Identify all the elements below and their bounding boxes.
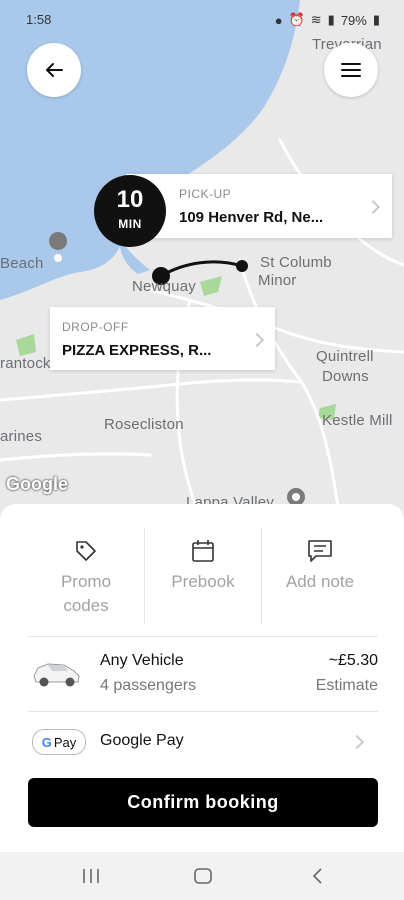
map-label: rantock xyxy=(0,355,51,372)
route-line xyxy=(160,260,243,278)
dropoff-label: DROP-OFF xyxy=(62,320,129,334)
promo-label-line2: codes xyxy=(63,596,109,615)
menu-button[interactable] xyxy=(324,43,378,97)
car-icon xyxy=(33,663,80,687)
promo-label-line1: Promo xyxy=(60,572,112,591)
map-label: Beach xyxy=(0,255,44,272)
back-button[interactable] xyxy=(27,43,81,97)
google-g-icon: G xyxy=(41,734,52,750)
pickup-address: 109 Henver Rd, Ne... xyxy=(179,209,324,226)
vehicle-name: Any Vehicle xyxy=(100,652,184,669)
back-nav-icon[interactable] xyxy=(310,867,324,885)
map-label: Minor xyxy=(258,272,297,289)
prebook-button[interactable]: Prebook xyxy=(145,504,261,624)
pickup-label: PICK-UP xyxy=(179,187,232,201)
price-value: ~£5.30 xyxy=(328,652,378,669)
alarm-icon: ⏰ xyxy=(288,12,305,27)
notification-icon: ● xyxy=(274,12,283,28)
google-pay-badge-text: Pay xyxy=(53,734,77,750)
google-logo: Google xyxy=(6,474,68,494)
eta-unit: MIN xyxy=(118,217,142,231)
battery-level: 79% xyxy=(340,12,367,28)
recent-apps-icon[interactable] xyxy=(80,868,102,884)
map-label: Kestle Mill xyxy=(322,412,393,429)
booking-sheet: Promo codes Prebook Add note Any Vehicle… xyxy=(0,504,404,852)
confirm-booking-button[interactable]: Confirm booking xyxy=(28,778,378,827)
map-label: St Columb xyxy=(260,254,332,271)
promo-codes-label: Promo codes xyxy=(28,570,144,618)
add-note-button[interactable]: Add note xyxy=(262,504,378,624)
chevron-right-icon xyxy=(365,199,381,215)
eta-number: 10 xyxy=(116,186,144,213)
status-bar: 1:58 ● ⏰ ≋ ▮ 79% ▮ xyxy=(0,0,404,36)
arrow-left-icon xyxy=(46,63,63,77)
prebook-label: Prebook xyxy=(171,572,235,591)
note-icon xyxy=(308,540,332,562)
add-note-label: Add note xyxy=(285,572,355,591)
tag-icon xyxy=(76,541,96,561)
price-note: Estimate xyxy=(315,677,378,694)
pickup-marker xyxy=(236,260,248,272)
map-label: Downs xyxy=(322,368,369,385)
status-time: 1:58 xyxy=(26,12,52,27)
battery-icon: ▮ xyxy=(372,12,380,27)
status-icons: ● ⏰ ≋ ▮ 79% ▮ xyxy=(275,12,380,28)
dropoff-card[interactable]: DROP-OFF PIZZA EXPRESS, R... xyxy=(50,307,275,370)
signal-icon: ▮ xyxy=(327,12,335,27)
map-label: arines xyxy=(0,428,43,445)
eta-badge: 10 MIN xyxy=(94,175,166,247)
chevron-right-icon xyxy=(249,332,265,348)
dropoff-address: PIZZA EXPRESS, R... xyxy=(62,342,212,359)
map-label: Quintrell xyxy=(316,348,374,365)
payment-method-label: Google Pay xyxy=(100,732,184,749)
system-nav-bar xyxy=(0,852,404,900)
map-label: Rosecliston xyxy=(104,416,184,433)
home-icon[interactable] xyxy=(193,867,213,885)
google-pay-badge: G Pay xyxy=(32,729,86,755)
calendar-icon xyxy=(192,540,214,562)
menu-icon xyxy=(341,63,361,77)
map-label: Newquay xyxy=(132,278,196,295)
vehicle-passengers: 4 passengers xyxy=(100,677,197,694)
wifi-icon: ≋ xyxy=(310,12,322,27)
promo-codes-button[interactable]: Promo codes xyxy=(28,504,144,624)
